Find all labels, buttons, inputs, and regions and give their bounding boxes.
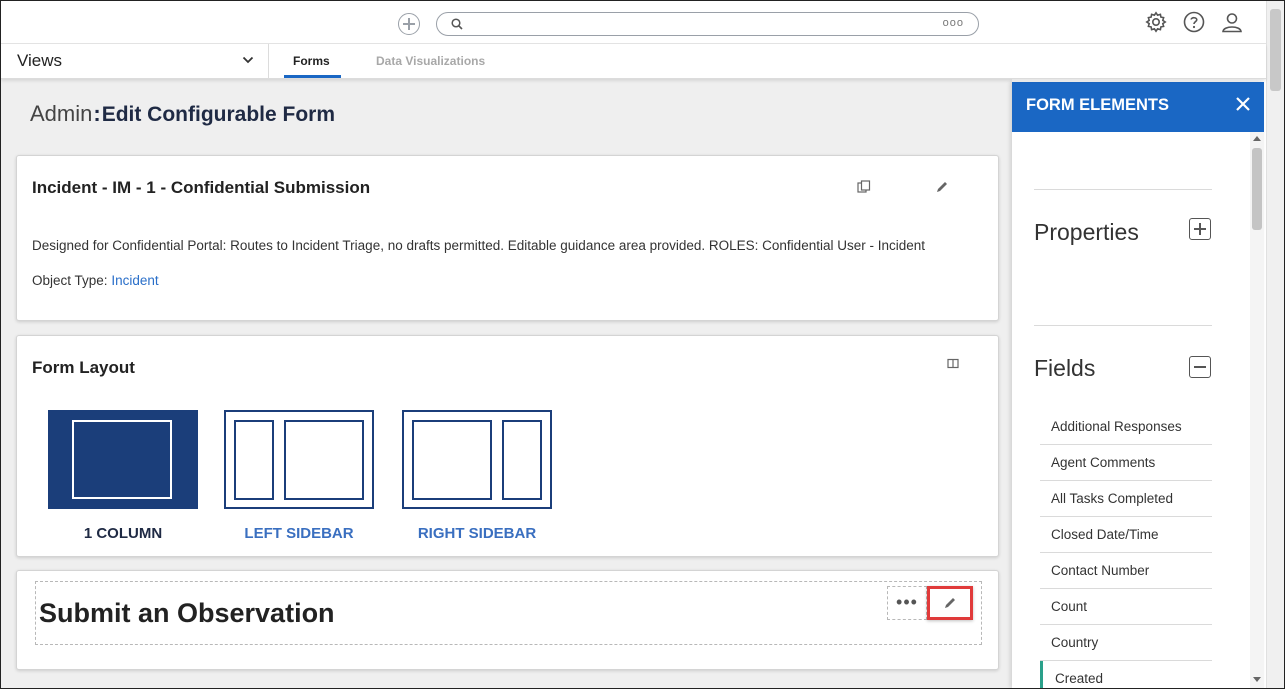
edit-section-button[interactable] <box>927 586 973 620</box>
form-title: Incident - IM - 1 - Confidential Submiss… <box>32 178 371 197</box>
panel-scrollbar[interactable] <box>1250 132 1264 688</box>
section-title: Submit an Observation <box>39 598 335 628</box>
field-item[interactable]: Count <box>1040 589 1212 625</box>
copy-icon[interactable] <box>857 180 871 194</box>
field-list: Additional Responses Agent Comments All … <box>1040 409 1212 688</box>
layout-option-label: RIGHT SIDEBAR <box>417 525 537 542</box>
add-icon[interactable] <box>398 13 420 35</box>
pencil-icon <box>945 598 955 608</box>
more-options-button[interactable]: ••• <box>887 586 927 620</box>
properties-label: Properties <box>1034 219 1139 245</box>
layout-option-right-sidebar[interactable]: RIGHT SIDEBAR <box>401 410 553 542</box>
page-title: Admin:Edit Configurable Form <box>30 101 335 127</box>
tab-active-indicator <box>284 75 341 78</box>
form-section-card: Submit an Observation ••• <box>16 570 999 670</box>
search-options-icon[interactable]: ooo <box>943 17 964 29</box>
field-item[interactable]: Contact Number <box>1040 553 1212 589</box>
page-title-separator: : <box>93 101 101 126</box>
top-bar: ooo <box>1 1 1266 44</box>
tab-forms[interactable]: Forms <box>293 54 330 68</box>
layout-1-column-icon <box>48 410 198 509</box>
collapse-minus-icon[interactable] <box>1189 356 1211 378</box>
pencil-icon[interactable] <box>935 180 949 194</box>
chevron-down-icon <box>242 56 254 64</box>
help-icon[interactable] <box>1182 10 1206 34</box>
form-section[interactable]: Submit an Observation ••• <box>35 581 982 645</box>
field-item[interactable]: Created <box>1040 661 1212 688</box>
layout-option-left-sidebar[interactable]: LEFT SIDEBAR <box>223 410 375 542</box>
page-title-prefix: Admin <box>30 101 93 126</box>
object-type-label: Object Type: <box>32 273 108 288</box>
user-icon[interactable] <box>1220 10 1244 34</box>
search-input[interactable]: ooo <box>436 12 979 36</box>
main-content: Admin:Edit Configurable Form Incident - … <box>1 79 1012 688</box>
page-scrollbar[interactable] <box>1266 1 1284 688</box>
form-layout-card: Form Layout 1 COLUMN LEFT SIDEBAR RIGHT … <box>16 335 999 557</box>
layout-icon[interactable] <box>947 358 959 370</box>
layout-option-label: LEFT SIDEBAR <box>244 525 354 542</box>
layout-left-sidebar-icon <box>224 410 374 509</box>
divider <box>1034 189 1212 190</box>
panel-body: Properties Fields Additional Responses A… <box>1012 132 1250 688</box>
form-info-card: Incident - IM - 1 - Confidential Submiss… <box>16 155 999 321</box>
field-item[interactable]: Additional Responses <box>1040 409 1212 445</box>
tab-data-visualizations[interactable]: Data Visualizations <box>376 54 485 68</box>
fields-label: Fields <box>1034 355 1096 381</box>
gear-icon[interactable] <box>1144 10 1168 34</box>
object-type-link[interactable]: Incident <box>111 273 158 288</box>
scroll-up-icon[interactable] <box>1253 136 1261 141</box>
field-item[interactable]: Closed Date/Time <box>1040 517 1212 553</box>
panel-header: FORM ELEMENTS <box>1012 82 1264 132</box>
divider <box>1034 325 1212 326</box>
panel-title: FORM ELEMENTS <box>1026 96 1169 114</box>
search-icon <box>451 18 463 30</box>
nav-bar: Views Forms Data Visualizations <box>1 44 1266 79</box>
field-item[interactable]: All Tasks Completed <box>1040 481 1212 517</box>
layout-option-1-column[interactable]: 1 COLUMN <box>47 410 199 542</box>
page-title-text: Edit Configurable Form <box>101 103 336 126</box>
form-layout-title: Form Layout <box>32 358 135 377</box>
layout-right-sidebar-icon <box>402 410 552 509</box>
close-icon[interactable] <box>1234 95 1252 113</box>
scroll-down-icon[interactable] <box>1253 677 1261 682</box>
views-dropdown[interactable]: Views <box>1 44 269 78</box>
layout-option-label: 1 COLUMN <box>83 525 163 542</box>
scrollbar-thumb[interactable] <box>1252 148 1262 230</box>
form-description: Designed for Confidential Portal: Routes… <box>32 238 925 253</box>
scrollbar-thumb[interactable] <box>1270 9 1281 91</box>
expand-plus-icon[interactable] <box>1189 218 1211 240</box>
views-label: Views <box>17 51 63 70</box>
field-item[interactable]: Country <box>1040 625 1212 661</box>
field-item[interactable]: Agent Comments <box>1040 445 1212 481</box>
object-type: Object Type: Incident <box>32 273 159 288</box>
form-elements-panel: FORM ELEMENTS Properties Fields Addition… <box>1012 82 1264 688</box>
